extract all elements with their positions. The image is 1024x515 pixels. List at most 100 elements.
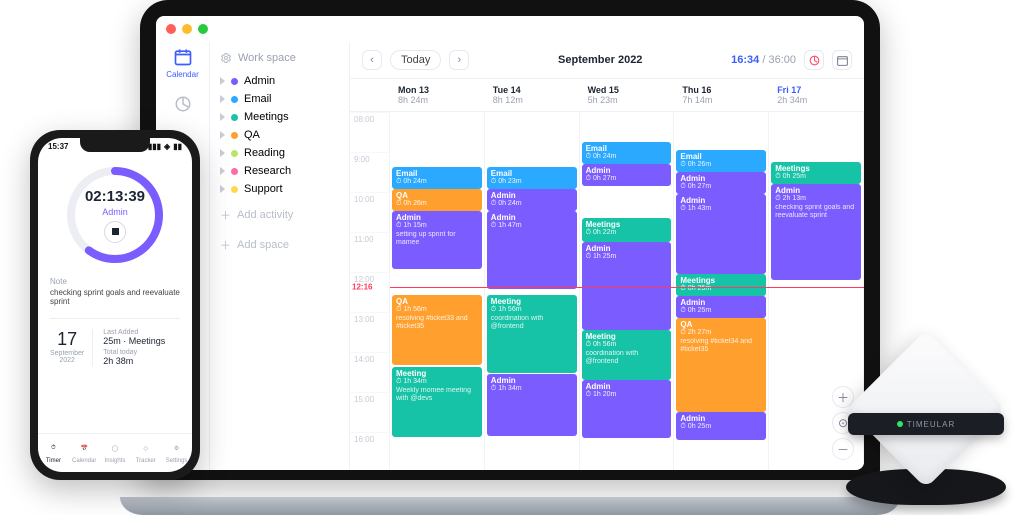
event-note: checking sprint goals and reevaluate spr… [775,204,857,220]
calendar-event[interactable]: Meetings ⏱ 0h 25m [771,162,861,184]
hour-label: 14:00 [350,352,389,392]
day-header[interactable]: Fri 17 2h 34m [769,79,864,111]
sidebar-item-label: Email [244,93,272,105]
tab-label: Tracker [136,458,156,464]
calendar-event[interactable]: Meeting ⏱ 1h 34m Weekly momee meeting wi… [392,367,482,437]
tracked-time: 16:34 / 36:00 [731,54,796,66]
day-header[interactable]: Wed 15 5h 23m [580,79,675,111]
calendar-event[interactable]: Admin ⏱ 0h 24m [487,189,577,211]
calendar-event[interactable]: Admin ⏱ 0h 27m [582,164,672,186]
calendar-event[interactable]: Admin ⏱ 1h 20m [582,380,672,438]
calendar-event[interactable]: Admin ⏱ 1h 15m setting up sprint for mam… [392,211,482,269]
calendar-event[interactable]: Admin ⏱ 0h 25m [676,296,766,318]
calendar-event[interactable]: QA ⏱ 1h 56m resolving #ticket33 and #tic… [392,295,482,365]
event-title: Email [396,169,478,178]
tab-insights[interactable]: ◯ Insights [100,440,131,464]
event-title: Email [680,152,762,161]
stop-timer-button[interactable] [104,221,126,243]
calendar-event[interactable]: Email ⏱ 0h 24m [582,142,672,164]
window-controls [156,16,864,42]
prev-week-button[interactable]: ‹ [362,50,382,70]
tab-settings[interactable]: ⚙ Settings [161,440,192,464]
calendar-view-button[interactable] [832,50,852,70]
event-title: Admin [586,166,668,175]
event-title: Meetings [775,164,857,173]
next-week-button[interactable]: › [449,50,469,70]
calendar-event[interactable]: Admin ⏱ 1h 34m [487,374,577,436]
calendar-event[interactable]: Admin ⏱ 1h 47m [487,211,577,289]
activity-color-dot [231,186,238,193]
rail-calendar-label: Calendar [166,70,198,79]
sidebar-item-support[interactable]: Support [214,180,345,198]
sidebar-item-email[interactable]: Email [214,90,345,108]
tracked-time-current: 16:34 [731,54,759,66]
sidebar-item-meetings[interactable]: Meetings [214,108,345,126]
calendar-event[interactable]: Admin ⏱ 0h 25m [676,412,766,440]
tab-timer[interactable]: ⏱ Timer [38,440,69,464]
event-title: Admin [680,298,762,307]
calendar-event[interactable]: Admin ⏱ 2h 13m checking sprint goals and… [771,184,861,280]
stop-icon [112,228,119,235]
calendar-event[interactable]: Admin ⏱ 0h 27m [676,172,766,194]
sidebar-workspace-label: Work space [238,52,296,64]
sidebar-workspace-header[interactable]: Work space [214,48,345,68]
day-column-thu[interactable]: Email ⏱ 0h 26m Admin ⏱ 0h 27m Admin ⏱ 1h… [674,112,769,470]
calendar-event[interactable]: Meetings ⏱ 0h 22m [582,218,672,242]
add-activity-button[interactable]: ＋ Add activity [214,202,345,228]
event-title: Admin [491,191,573,200]
event-title: Meeting [396,369,478,378]
event-duration: ⏱ 1h 43m [680,205,762,213]
phone-screen: 15:37 ▮▮▮ ◈ ▮▮ 02:13:39 Admin Note ch [38,138,192,472]
day-column-tue[interactable]: Email ⏱ 0h 23m Admin ⏱ 0h 24m Admin ⏱ 1h… [485,112,580,470]
sidebar-item-label: QA [244,129,260,141]
rail-calendar[interactable]: Calendar [166,46,198,79]
day-header[interactable]: Thu 16 7h 14m [674,79,769,111]
activity-color-dot [231,114,238,121]
laptop-screen: Calendar Work space [156,16,864,470]
sidebar-item-admin[interactable]: Admin [214,72,345,90]
rail-insights[interactable] [172,93,194,115]
insights-icon: ◯ [107,440,123,456]
note-section[interactable]: Note checking sprint goals and reevaluat… [38,271,192,312]
sidebar-item-reading[interactable]: Reading [214,144,345,162]
day-of-week: Wed 15 [588,85,667,95]
calendar-grid[interactable]: 08:009:0010:0011:0012:0013:0014:0015:001… [350,112,864,470]
hour-label: 10:00 [350,192,389,232]
calendar-event[interactable]: Email ⏱ 0h 24m [392,167,482,189]
event-duration: ⏱ 0h 27m [680,183,762,191]
maximize-icon[interactable] [198,24,208,34]
sidebar-item-qa[interactable]: QA [214,126,345,144]
day-column-wed[interactable]: Email ⏱ 0h 24m Admin ⏱ 0h 27m Meetings ⏱… [580,112,675,470]
today-button[interactable]: Today [390,50,441,70]
calendar-icon: 📅 [76,440,92,456]
day-header[interactable]: Tue 14 8h 12m [485,79,580,111]
calendar-event[interactable]: QA ⏱ 0h 26m [392,189,482,211]
close-icon[interactable] [166,24,176,34]
day-column-mon[interactable]: Email ⏱ 0h 24m QA ⏱ 0h 26m Admin ⏱ 1h 15… [390,112,485,470]
minimize-icon[interactable] [182,24,192,34]
calendar-event[interactable]: Email ⏱ 0h 23m [487,167,577,189]
day-header[interactable]: Mon 13 8h 24m [390,79,485,111]
calendar-event[interactable]: QA ⏱ 2h 27m resolving #ticket34 and #tic… [676,318,766,412]
tab-tracker[interactable]: ◇ Tracker [130,440,161,464]
timer-value: 02:13:39 [85,188,145,205]
laptop-base [120,475,900,515]
divider [50,318,180,319]
calendar-event[interactable]: Meeting ⏱ 1h 56m coordination with @fron… [487,295,577,373]
overview-button[interactable] [804,50,824,70]
tab-calendar[interactable]: 📅 Calendar [69,440,100,464]
calendar-event[interactable]: Email ⏱ 0h 26m [676,150,766,172]
event-duration: ⏱ 1h 34m [491,385,573,393]
add-space-button[interactable]: ＋ Add space [214,232,345,258]
month-title: September 2022 [477,54,723,66]
sidebar-item-research[interactable]: Research [214,162,345,180]
chevron-right-icon [220,131,225,139]
event-title: Meetings [586,220,668,229]
calendar-event[interactable]: Admin ⏱ 1h 43m [676,194,766,274]
tracker-band: TIMEULAR [848,413,1004,435]
calendar-event[interactable]: Meeting ⏱ 0h 56m coordination with @fron… [582,330,672,380]
calendar-event[interactable]: Admin ⏱ 1h 25m [582,242,672,330]
status-icons: ▮▮▮ ◈ ▮▮ [148,142,182,151]
event-title: QA [396,297,478,306]
calendar-event[interactable]: Meetings ⏱ 0h 25m [676,274,766,296]
